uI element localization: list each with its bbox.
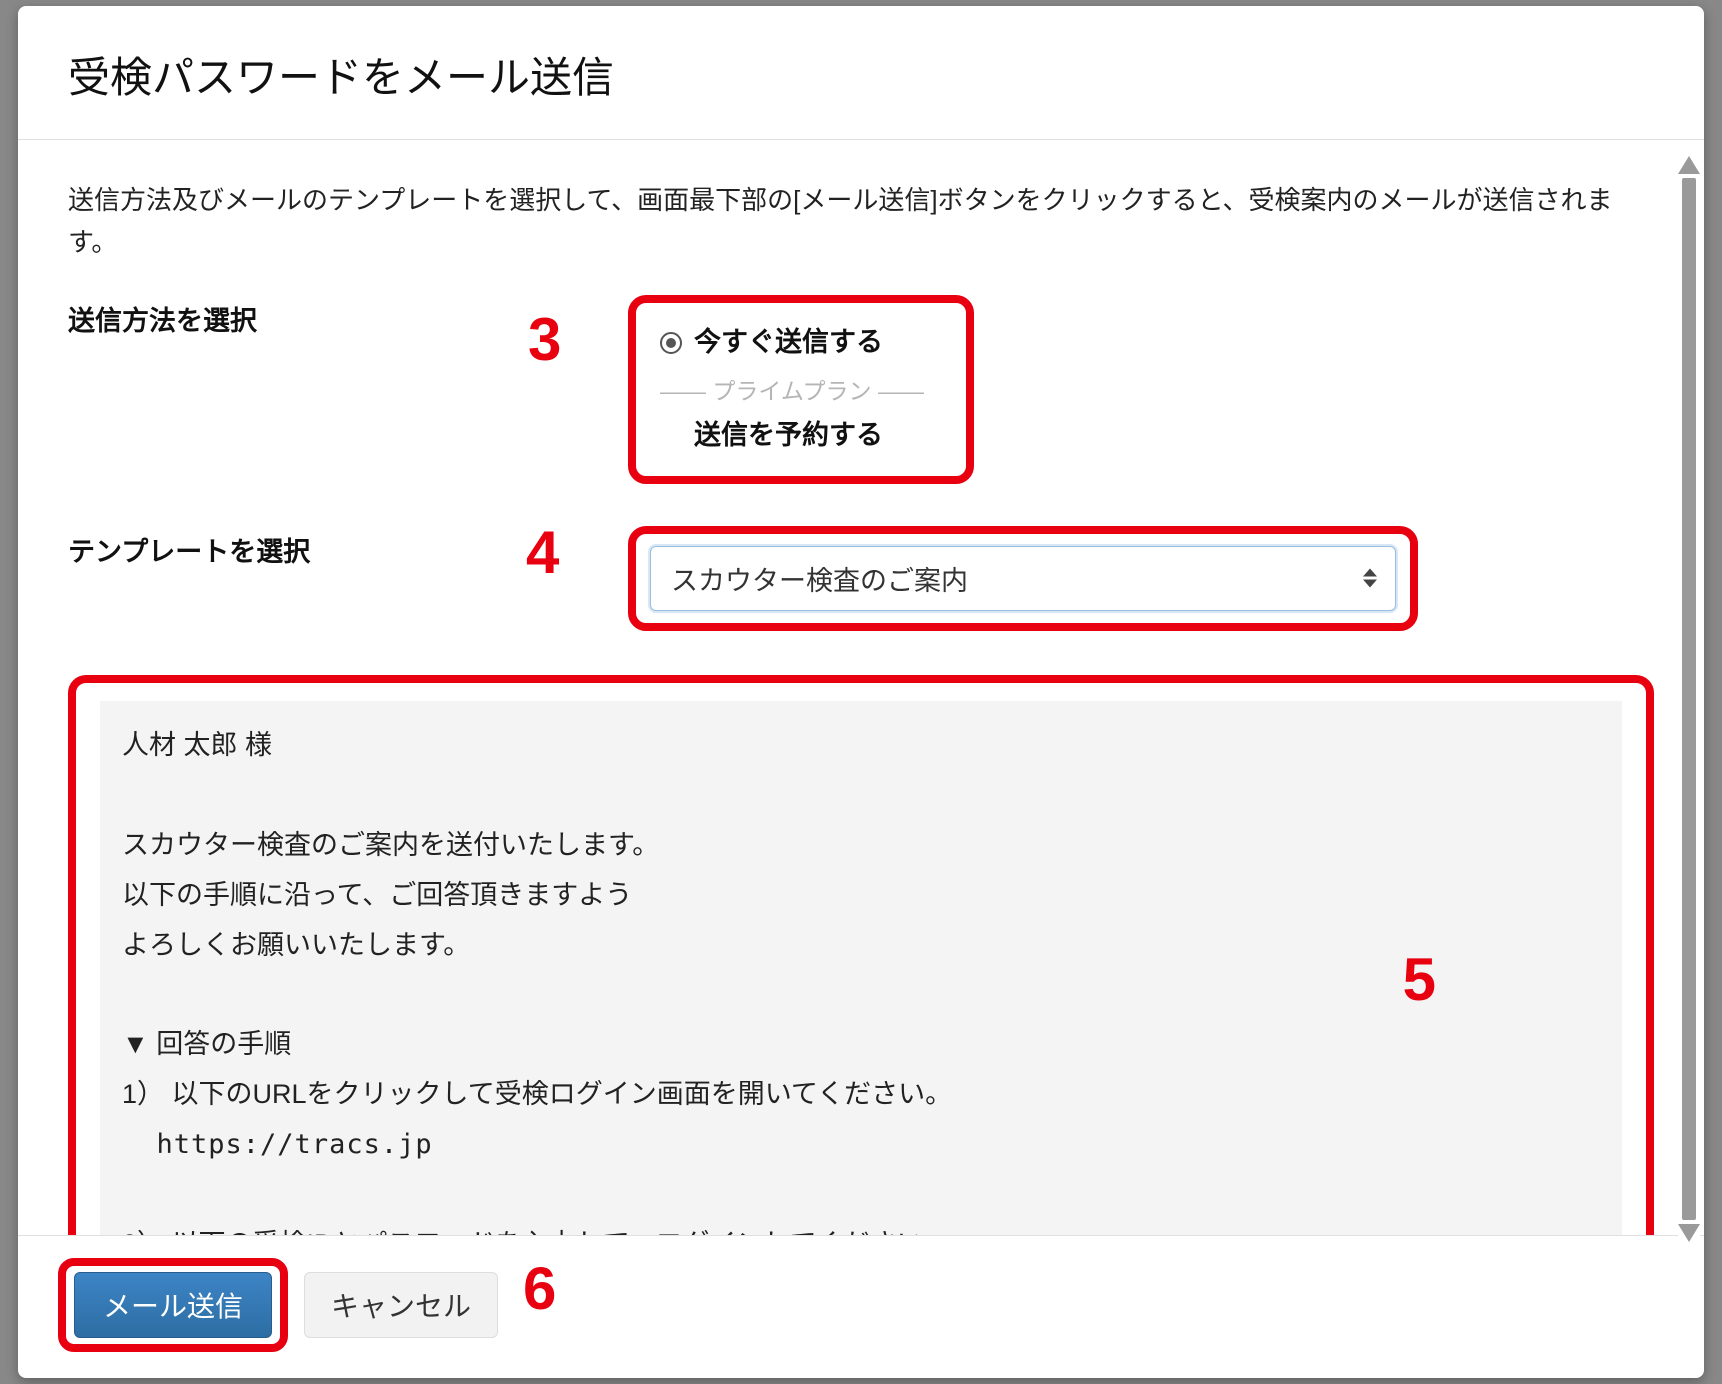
send-method-label: 送信方法を選択 xyxy=(68,295,488,338)
template-highlight-box: スカウター検査のご案内 xyxy=(628,526,1418,631)
preview-line1: スカウター検査のご案内を送付いたします。 xyxy=(122,830,659,860)
scroll-track xyxy=(1682,178,1696,1220)
prime-plan-divider: —— プライムプラン —— xyxy=(660,368,924,410)
scroll-up-icon xyxy=(1678,156,1700,174)
preview-step1: 1） 以下のURLをクリックして受検ログイン画面を開いてください。 xyxy=(122,1079,952,1109)
send-button-highlight-box: メール送信 xyxy=(58,1258,288,1352)
modal-header: 受検パスワードをメール送信 xyxy=(18,6,1704,140)
template-select[interactable]: スカウター検査のご案内 xyxy=(650,546,1396,611)
preview-greeting: 人材 太郎 様 xyxy=(122,730,272,760)
radio-icon xyxy=(660,332,682,354)
marker-4: 4 xyxy=(526,518,559,587)
password-email-modal: 受検パスワードをメール送信 送信方法及びメールのテンプレートを選択して、画面最下… xyxy=(18,6,1704,1378)
scroll-down-icon xyxy=(1678,1224,1700,1242)
preview-steps-heading: ▼ 回答の手順 xyxy=(122,1029,291,1059)
send-method-highlight-box: 今すぐ送信する —— プライムプラン —— 送信を予約する xyxy=(628,295,974,484)
template-row: テンプレートを選択 4 スカウター検査のご案内 xyxy=(68,526,1654,631)
marker-3: 3 xyxy=(528,305,561,374)
email-preview[interactable]: 人材 太郎 様 スカウター検査のご案内を送付いたします。 以下の手順に沿って、ご… xyxy=(100,701,1622,1235)
modal-footer: メール送信 キャンセル 6 xyxy=(18,1235,1704,1378)
send-method-row: 送信方法を選択 3 今すぐ送信する —— プライムプラン —— 送信を予約する xyxy=(68,295,1654,484)
send-mail-button[interactable]: メール送信 xyxy=(74,1272,272,1338)
template-selected-value: スカウター検査のご案内 xyxy=(671,566,968,596)
radio-send-now[interactable]: 今すぐ送信する xyxy=(660,317,924,368)
radio-send-scheduled[interactable]: 送信を予約する xyxy=(660,410,924,461)
modal-body[interactable]: 送信方法及びメールのテンプレートを選択して、画面最下部の[メール送信]ボタンをク… xyxy=(18,140,1704,1235)
preview-step1-url: https://tracs.jp xyxy=(122,1129,433,1160)
preview-line3: よろしくお願いいたします。 xyxy=(122,930,470,960)
intro-text: 送信方法及びメールのテンプレートを選択して、画面最下部の[メール送信]ボタンをク… xyxy=(68,180,1654,263)
template-label: テンプレートを選択 xyxy=(68,526,488,569)
modal-title: 受検パスワードをメール送信 xyxy=(68,44,1654,105)
preview-line2: 以下の手順に沿って、ご回答頂きますよう xyxy=(122,880,632,910)
cancel-button[interactable]: キャンセル xyxy=(304,1272,498,1338)
marker-6: 6 xyxy=(523,1254,556,1323)
radio-send-scheduled-label: 送信を予約する xyxy=(694,410,883,461)
email-preview-highlight-box: 5 人材 太郎 様 スカウター検査のご案内を送付いたします。 以下の手順に沿って… xyxy=(68,675,1654,1235)
chevron-updown-icon xyxy=(1363,569,1377,588)
scrollbar[interactable] xyxy=(1678,156,1700,1242)
radio-send-now-label: 今すぐ送信する xyxy=(694,317,883,368)
marker-5: 5 xyxy=(1403,945,1436,1014)
